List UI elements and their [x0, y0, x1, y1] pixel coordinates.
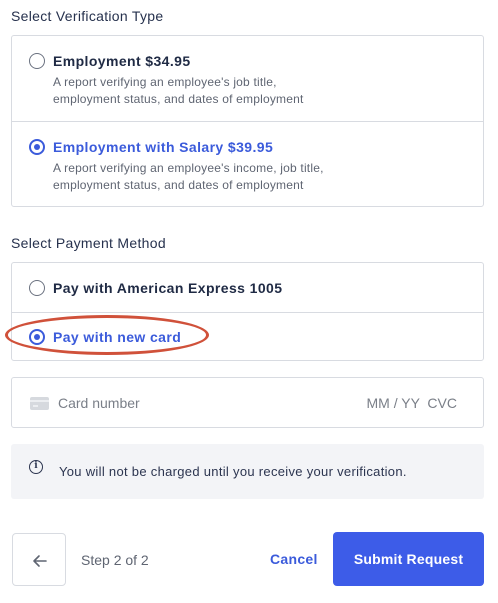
submit-request-button[interactable]: Submit Request: [333, 532, 484, 586]
verification-type-options: Employment $34.95 A report verifying an …: [11, 35, 484, 207]
info-icon: i: [29, 460, 43, 474]
employment-salary-option-label: Employment with Salary $39.95: [53, 139, 274, 155]
payment-method-options: Pay with American Express 1005 Pay with …: [11, 262, 484, 361]
verification-option-employment[interactable]: Employment $34.95 A report verifying an …: [12, 36, 483, 121]
payment-option-new-card[interactable]: Pay with new card: [12, 312, 483, 360]
amex-radio[interactable]: [29, 280, 45, 296]
payment-section-title: Select Payment Method: [11, 235, 166, 251]
verification-section-title: Select Verification Type: [11, 8, 164, 24]
employment-salary-option-description: A report verifying an employee's income,…: [53, 161, 324, 192]
expiry-cvc-placeholder[interactable]: MM / YY CVC: [366, 395, 457, 411]
new-card-radio[interactable]: [29, 329, 45, 345]
notice-text: You will not be charged until you receiv…: [59, 464, 407, 479]
employment-option-description: A report verifying an employee's job tit…: [53, 75, 304, 106]
payment-option-amex[interactable]: Pay with American Express 1005: [12, 263, 483, 312]
arrow-left-icon: [33, 555, 47, 567]
card-number-placeholder[interactable]: Card number: [58, 395, 140, 411]
credit-card-icon: [30, 397, 49, 410]
employment-option-label: Employment $34.95: [53, 53, 191, 69]
step-indicator: Step 2 of 2: [81, 552, 149, 568]
card-input-field[interactable]: Card number MM / YY CVC: [11, 377, 484, 428]
back-button[interactable]: [12, 533, 66, 586]
cancel-button[interactable]: Cancel: [270, 551, 318, 567]
employment-salary-radio[interactable]: [29, 139, 45, 155]
employment-radio[interactable]: [29, 53, 45, 69]
new-card-option-label: Pay with new card: [53, 329, 182, 345]
charge-notice: i You will not be charged until you rece…: [11, 444, 484, 499]
amex-option-label: Pay with American Express 1005: [53, 280, 283, 296]
verification-option-employment-salary[interactable]: Employment with Salary $39.95 A report v…: [12, 121, 483, 206]
